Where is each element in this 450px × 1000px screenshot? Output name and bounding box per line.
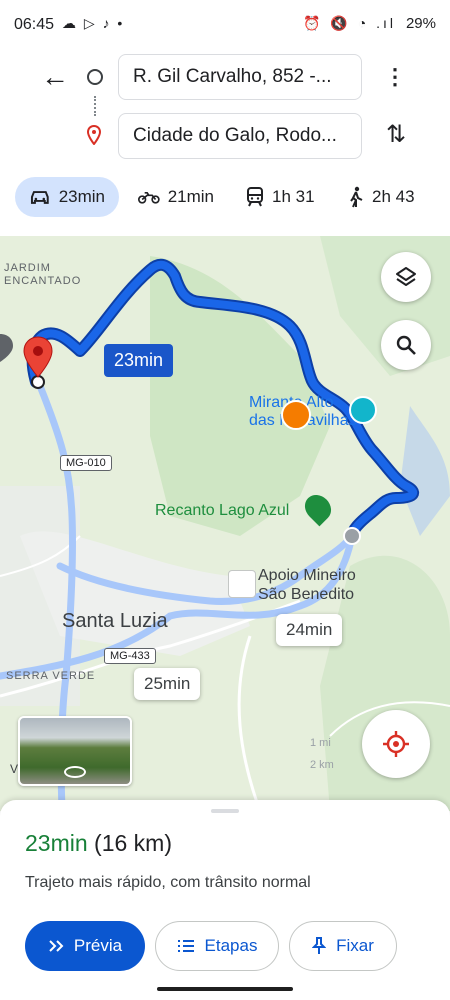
alt-route-time-label[interactable]: 25min	[134, 668, 201, 700]
destination-input[interactable]: Cidade do Galo, Rodo...	[118, 113, 362, 159]
search-icon	[396, 335, 416, 355]
map-label-recanto: Recanto Lago Azul	[155, 502, 290, 519]
system-icons: ⏰ 🔇 ◔ .ıl	[303, 15, 396, 31]
apoio-line2: São Benedito	[258, 586, 355, 603]
preview-button[interactable]: Prévia	[25, 921, 145, 971]
store-logo-icon[interactable]	[228, 570, 256, 598]
street-view-thumbnail[interactable]	[18, 716, 132, 786]
pin-icon	[312, 937, 327, 954]
steps-button-label: Etapas	[204, 936, 258, 955]
pin-button[interactable]: Fixar	[289, 921, 397, 971]
tab-motorcycle-label: 21min	[167, 187, 214, 206]
route-connector	[94, 96, 98, 116]
alt-route-time-label[interactable]: 24min	[276, 614, 343, 646]
location-crosshair-icon	[383, 731, 409, 757]
tab-car[interactable]: 23min	[15, 177, 119, 217]
map-scale: 1 mi 2 km	[310, 732, 334, 776]
tab-walk[interactable]: 2h 43	[334, 177, 438, 217]
road-shield-mg433: MG-433	[104, 648, 156, 664]
notification-icons: ☁ ▷ ♪ •	[62, 15, 125, 31]
car-icon	[30, 191, 49, 204]
origin-dot-icon	[87, 69, 103, 85]
scale-mi: 1 mi	[310, 737, 331, 749]
search-button[interactable]	[381, 320, 431, 370]
tab-motorcycle[interactable]: 21min	[124, 177, 228, 217]
steps-button[interactable]: Etapas	[155, 921, 279, 971]
preview-button-label: Prévia	[73, 936, 123, 955]
tab-car-label: 23min	[58, 187, 105, 206]
map-label-jardim: JARDIM ENCANTADO	[4, 262, 82, 287]
main-route-time-label[interactable]: 23min	[104, 344, 174, 377]
back-arrow-icon[interactable]: ←	[38, 60, 72, 94]
destination-pin-icon	[86, 125, 102, 145]
status-time: 06:45	[14, 16, 55, 33]
map-label-apoio: Apoio Mineiro São Benedito	[258, 566, 356, 604]
map-grey-pin-icon	[0, 334, 13, 362]
train-icon	[247, 187, 263, 207]
layers-button[interactable]	[381, 252, 431, 302]
list-icon	[177, 940, 194, 952]
street-view-label: V	[10, 762, 19, 776]
map-label-santa-luzia: Santa Luzia	[62, 610, 168, 632]
route-summary: 23min (16 km)	[25, 830, 172, 857]
swap-icon[interactable]: ⇅	[381, 118, 411, 152]
road-shield-mg010: MG-010	[60, 455, 112, 471]
route-duration: 23min	[25, 830, 88, 856]
sheet-drag-handle[interactable]	[211, 809, 239, 813]
more-options-icon[interactable]: ⋮	[380, 60, 410, 94]
double-chevron-icon	[49, 940, 64, 952]
motorcycle-icon	[138, 191, 160, 204]
gesture-navigation-bar[interactable]	[157, 987, 293, 991]
origin-input[interactable]: R. Gil Carvalho, 852 -...	[118, 54, 362, 100]
tab-walk-label: 2h 43	[372, 187, 415, 206]
tab-transit[interactable]: 1h 31	[232, 177, 332, 217]
battery-level: 29%	[405, 15, 436, 32]
tab-transit-label: 1h 31	[272, 187, 315, 206]
viewpoint-icon[interactable]	[281, 400, 311, 430]
map-view[interactable]: JARDIM ENCANTADO Mirante Alto das Maravil…	[0, 236, 450, 811]
layers-icon	[396, 267, 416, 286]
map-destination-pin-icon[interactable]	[22, 336, 54, 378]
scale-km: 2 km	[310, 759, 334, 771]
street-view-360-icon	[64, 766, 86, 778]
camera-icon[interactable]	[349, 396, 377, 424]
walk-icon	[350, 186, 363, 208]
travel-mode-tabs: 23min 21min 1h 31 2h 43	[0, 172, 450, 222]
map-label-serra-verde: SERRA VERDE	[6, 670, 96, 682]
route-description: Trajeto mais rápido, com trânsito normal	[25, 874, 311, 891]
my-location-button[interactable]	[362, 710, 430, 778]
pin-button-label: Fixar	[336, 936, 374, 955]
apoio-line1: Apoio Mineiro	[258, 567, 356, 584]
status-bar: 06:45 ☁ ▷ ♪ • ⏰ 🔇 ◔ .ıl 29%	[0, 0, 450, 50]
route-distance: (16 km)	[94, 830, 172, 856]
route-bottom-sheet: 23min (16 km) Trajeto mais rápido, com t…	[0, 800, 450, 1000]
